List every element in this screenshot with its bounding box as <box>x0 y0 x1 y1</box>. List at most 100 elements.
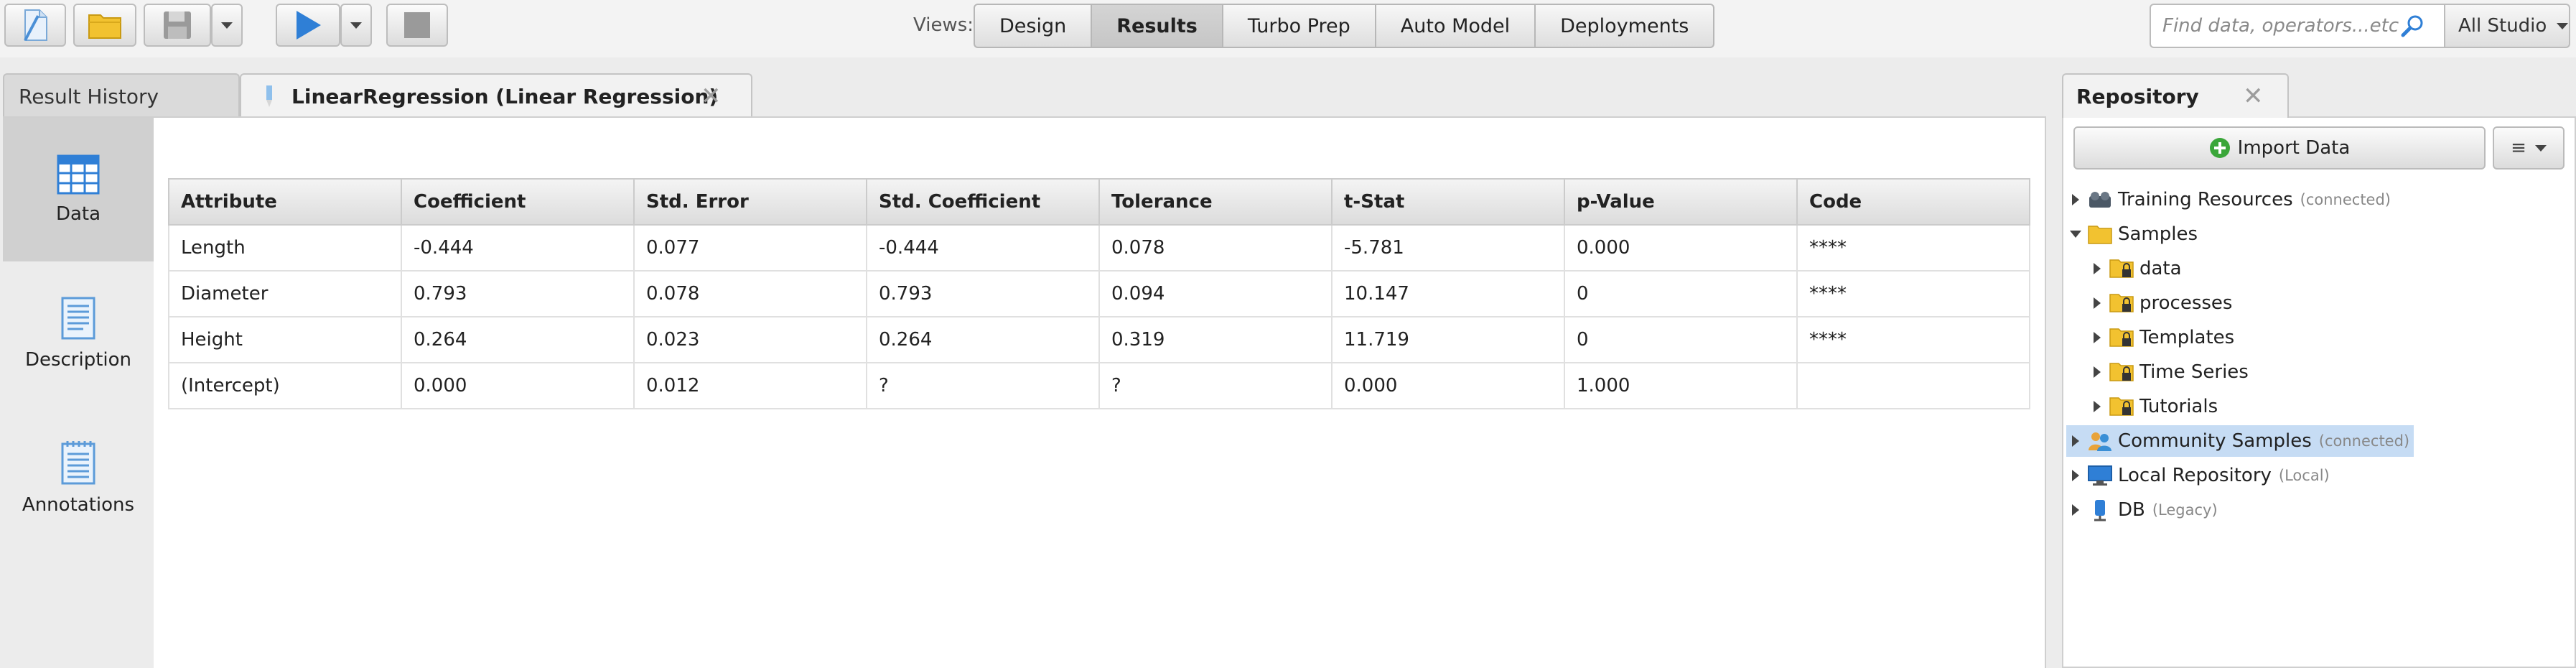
table-cell: 11.719 <box>1331 316 1565 363</box>
table-row[interactable]: Diameter 0.793 0.078 0.793 0.094 10.147 … <box>168 270 2030 317</box>
column-header-code[interactable]: Code <box>1796 178 2030 226</box>
sidebar-item-data[interactable]: Data <box>3 118 154 261</box>
table-cell: 0.000 <box>401 362 635 409</box>
expand-arrow-icon[interactable] <box>2066 435 2085 447</box>
tab-label: Result History <box>19 84 159 108</box>
repository-menu-button[interactable]: ≡ <box>2493 126 2565 170</box>
sidebar-item-label: Data <box>55 203 101 225</box>
expand-arrow-icon[interactable] <box>2088 332 2106 343</box>
tree-item-samples[interactable]: Samples <box>2066 218 2198 250</box>
tree-item-data[interactable]: data <box>2088 253 2182 284</box>
column-header-std-coefficient[interactable]: Std. Coefficient <box>866 178 1100 226</box>
table-cell: 0.793 <box>866 270 1100 317</box>
sidebar-item-annotations[interactable]: Annotations <box>3 405 154 549</box>
column-header-t-stat[interactable]: t-Stat <box>1331 178 1565 226</box>
table-cell: **** <box>1796 270 2030 317</box>
table-cell: 0.094 <box>1098 270 1333 317</box>
import-data-label: Import Data <box>2237 137 2351 159</box>
close-icon[interactable]: ✕ <box>2243 82 2264 111</box>
tree-item-time-series[interactable]: Time Series <box>2088 356 2249 388</box>
table-cell: 0.319 <box>1098 316 1333 363</box>
chevron-down-icon <box>2534 144 2547 152</box>
expand-arrow-icon[interactable] <box>2066 504 2085 516</box>
expand-arrow-icon[interactable] <box>2088 401 2106 412</box>
tree-item-label: Community Samples <box>2118 430 2312 452</box>
table-row[interactable]: (Intercept) 0.000 0.012 ? ? 0.000 1.000 <box>168 362 2030 409</box>
chevron-down-icon <box>350 22 362 29</box>
tab-linear-regression[interactable]: LinearRegression (Linear Regression) ✕ <box>240 73 752 118</box>
sidebar-item-description[interactable]: Description <box>3 261 154 405</box>
tab-result-history[interactable]: Result History <box>3 73 240 118</box>
table-icon <box>57 154 100 195</box>
repository-title: Repository <box>2076 84 2199 108</box>
search-icon[interactable] <box>2401 14 2425 38</box>
view-turbo-prep-button[interactable]: Turbo Prep <box>1221 4 1376 48</box>
studio-scope-dropdown[interactable]: All Studio <box>2444 4 2570 48</box>
table-row[interactable]: Length -0.444 0.077 -0.444 0.078 -5.781 … <box>168 224 2030 272</box>
collapse-arrow-icon[interactable] <box>2066 231 2085 238</box>
table-cell: Length <box>168 224 402 272</box>
tree-item-label: Local Repository <box>2118 465 2272 486</box>
new-process-button[interactable] <box>4 4 66 47</box>
column-header-std-error[interactable]: Std. Error <box>633 178 867 226</box>
view-auto-model-button[interactable]: Auto Model <box>1374 4 1536 48</box>
tree-item-training-resources[interactable]: Training Resources (connected) <box>2066 184 2391 215</box>
table-cell: 0.078 <box>1098 224 1333 272</box>
save-dropdown-button[interactable] <box>211 4 243 47</box>
repository-type: (Legacy) <box>2152 501 2218 519</box>
stop-icon <box>404 12 430 38</box>
tree-item-tutorials[interactable]: Tutorials <box>2088 391 2218 422</box>
table-cell: 0.012 <box>633 362 867 409</box>
expand-arrow-icon[interactable] <box>2088 297 2106 309</box>
column-header-p-value[interactable]: p-Value <box>1564 178 1798 226</box>
tree-item-local-repository[interactable]: Local Repository (Local) <box>2066 460 2330 491</box>
import-data-button[interactable]: Import Data <box>2073 126 2486 170</box>
expand-arrow-icon[interactable] <box>2066 470 2085 481</box>
table-cell: 0.264 <box>866 316 1100 363</box>
view-deployments-button[interactable]: Deployments <box>1534 4 1715 48</box>
table-row[interactable]: Height 0.264 0.023 0.264 0.319 11.719 0 … <box>168 316 2030 363</box>
table-cell: 0.000 <box>1564 224 1798 272</box>
new-document-icon <box>24 9 47 41</box>
tree-item-templates[interactable]: Templates <box>2088 322 2234 353</box>
column-header-tolerance[interactable]: Tolerance <box>1098 178 1333 226</box>
table-cell: (Intercept) <box>168 362 402 409</box>
locked-folder-icon <box>2109 292 2134 314</box>
save-button[interactable] <box>144 4 211 47</box>
table-cell: 0.078 <box>633 270 867 317</box>
global-search <box>2150 4 2445 48</box>
table-cell: 0 <box>1564 316 1798 363</box>
table-cell: 0.264 <box>401 316 635 363</box>
locked-folder-icon <box>2109 361 2134 383</box>
tree-item-community-samples[interactable]: Community Samples (connected) <box>2066 425 2414 457</box>
chevron-down-icon <box>2557 22 2569 29</box>
expand-arrow-icon[interactable] <box>2088 263 2106 274</box>
open-button[interactable] <box>73 4 136 47</box>
table-cell: 0.077 <box>633 224 867 272</box>
studio-scope-label: All Studio <box>2458 15 2547 37</box>
tree-item-label: DB <box>2118 499 2145 521</box>
sidebar-item-label: Description <box>24 349 132 371</box>
save-disk-icon <box>164 11 191 39</box>
tree-item-db[interactable]: DB (Legacy) <box>2066 494 2218 526</box>
run-process-button[interactable] <box>276 4 340 47</box>
column-header-coefficient[interactable]: Coefficient <box>401 178 635 226</box>
search-input[interactable] <box>2161 14 2401 37</box>
view-design-button[interactable]: Design <box>974 4 1093 48</box>
expand-arrow-icon[interactable] <box>2066 194 2085 205</box>
tree-item-label: processes <box>2139 292 2233 314</box>
table-cell: ? <box>1098 362 1333 409</box>
play-icon <box>297 11 321 40</box>
view-results-button[interactable]: Results <box>1091 4 1223 48</box>
expand-arrow-icon[interactable] <box>2088 366 2106 378</box>
run-dropdown-button[interactable] <box>340 4 372 47</box>
computer-monitor-icon <box>2088 465 2112 486</box>
folder-open-icon <box>88 14 121 39</box>
tab-repository[interactable]: Repository ✕ <box>2062 73 2289 118</box>
close-icon[interactable]: ✕ <box>701 82 722 111</box>
column-header-attribute[interactable]: Attribute <box>168 178 402 226</box>
table-cell: 0.793 <box>401 270 635 317</box>
connection-status: (connected) <box>2318 432 2410 450</box>
stop-button[interactable] <box>386 4 448 47</box>
tree-item-processes[interactable]: processes <box>2088 287 2232 319</box>
